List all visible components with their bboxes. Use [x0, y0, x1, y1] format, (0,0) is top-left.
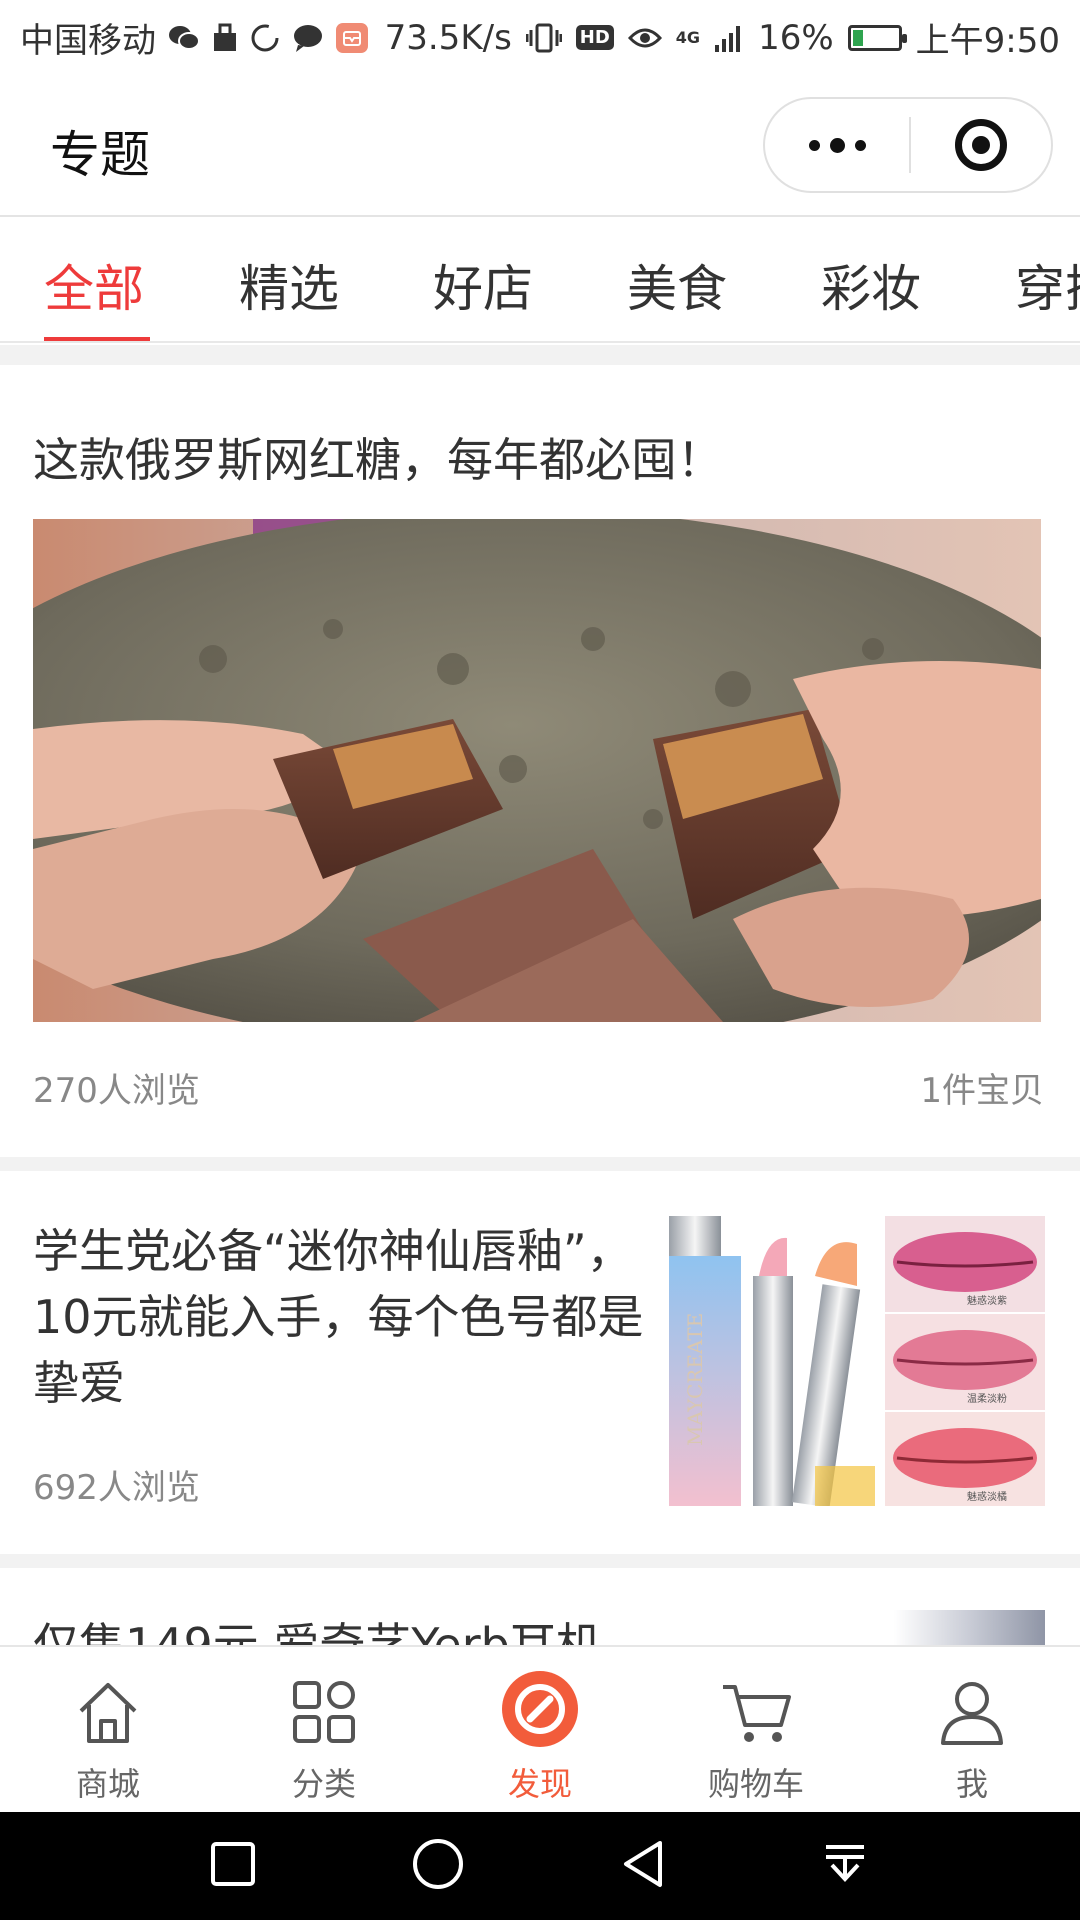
vibrate-icon — [525, 22, 562, 54]
nav-cart[interactable]: 购物车 — [648, 1647, 864, 1814]
more-menu-button[interactable] — [765, 99, 909, 191]
wechat-icon — [168, 23, 200, 53]
tab-good-shops[interactable]: 好店 — [433, 249, 533, 321]
section-divider — [0, 1554, 1080, 1568]
user-icon — [937, 1677, 1007, 1751]
tab-food[interactable]: 美食 — [627, 249, 727, 321]
nav-label: 购物车 — [707, 1765, 804, 1803]
nav-discover[interactable]: 发现 — [432, 1647, 648, 1814]
system-nav-bar — [0, 1812, 1080, 1920]
tab-featured[interactable]: 精选 — [239, 249, 339, 321]
app-badge-icon — [336, 22, 368, 53]
bottom-tab-bar: 商城 分类 发现 购物车 我 — [0, 1645, 1080, 1812]
chocolate-candy-photo[interactable] — [33, 519, 1041, 1022]
view-count: 270人浏览 — [33, 1071, 200, 1111]
mini-program-capsule — [763, 97, 1053, 193]
section-divider — [0, 345, 1080, 365]
battery-icon — [847, 24, 907, 51]
recent-apps-button[interactable] — [210, 1841, 256, 1891]
battery-percent: 16% — [758, 17, 834, 58]
dot-icon — [854, 139, 866, 151]
nav-mall[interactable]: 商城 — [0, 1647, 216, 1814]
page-title: 专题 — [50, 126, 150, 184]
bag-icon — [212, 23, 238, 53]
eye-icon — [627, 25, 662, 51]
clock: 上午9:50 — [915, 21, 1060, 61]
page-header: 专题 — [0, 75, 1080, 217]
section-divider — [0, 1157, 1080, 1171]
nav-category[interactable]: 分类 — [216, 1647, 432, 1814]
cart-icon — [719, 1677, 793, 1751]
back-button[interactable] — [620, 1839, 666, 1893]
status-bar: 中国移动 73.5K/s HD 4G 16% 上午9:50 — [0, 0, 1080, 75]
article-title[interactable]: 仅售149元 爱奇艺Yerb耳机，团 — [33, 1620, 653, 1645]
active-tab-indicator — [44, 337, 150, 341]
shade-label: 温柔淡粉 — [967, 1392, 1007, 1405]
signal-icon — [714, 23, 744, 53]
category-tabs: 全部 精选 好店 美食 彩妆 穿搭 — [0, 219, 1080, 343]
carrier-label: 中国移动 — [20, 21, 156, 61]
home-button[interactable] — [412, 1838, 464, 1894]
hd-badge: HD — [575, 25, 614, 50]
tab-outfits[interactable]: 穿搭 — [1015, 249, 1080, 321]
view-count: 692人浏览 — [33, 1468, 200, 1508]
nav-me[interactable]: 我 — [864, 1647, 1080, 1814]
notification-pulldown-button[interactable] — [822, 1841, 868, 1891]
nav-label: 发现 — [507, 1765, 572, 1803]
article-title[interactable]: 这款俄罗斯网红糖，每年都必囤！ — [33, 424, 723, 490]
shade-label: 魅惑淡紫 — [967, 1294, 1007, 1307]
home-icon — [73, 1677, 143, 1751]
chat-bubble-icon — [292, 23, 324, 53]
close-mini-program-button[interactable] — [911, 99, 1051, 191]
dot-icon — [829, 137, 845, 153]
shade-label: 魅惑淡橘 — [967, 1490, 1007, 1503]
article-title[interactable]: 学生党必备“迷你神仙唇釉”，10元就能入手，每个色号都是挚爱 — [33, 1218, 653, 1416]
nav-label: 商城 — [75, 1765, 140, 1803]
category-grid-icon — [289, 1677, 359, 1751]
target-icon — [955, 119, 1007, 171]
item-count: 1件宝贝 — [920, 1071, 1044, 1111]
brand-text: MAYCREATE — [683, 1313, 707, 1446]
loading-icon — [250, 23, 280, 53]
lip-gloss-product-photo[interactable]: MAYCREATE 魅惑淡紫 温柔淡粉 魅惑淡橘 — [667, 1216, 1045, 1506]
tab-makeup[interactable]: 彩妆 — [821, 249, 921, 321]
earphone-product-photo[interactable] — [667, 1610, 1045, 1645]
network-type: 4G — [675, 27, 701, 47]
nav-label: 分类 — [291, 1765, 356, 1803]
nav-label: 我 — [955, 1765, 988, 1803]
dot-icon — [808, 139, 820, 151]
discover-compass-icon — [500, 1671, 580, 1753]
network-speed: 73.5K/s — [384, 17, 512, 58]
tab-all[interactable]: 全部 — [44, 249, 144, 321]
